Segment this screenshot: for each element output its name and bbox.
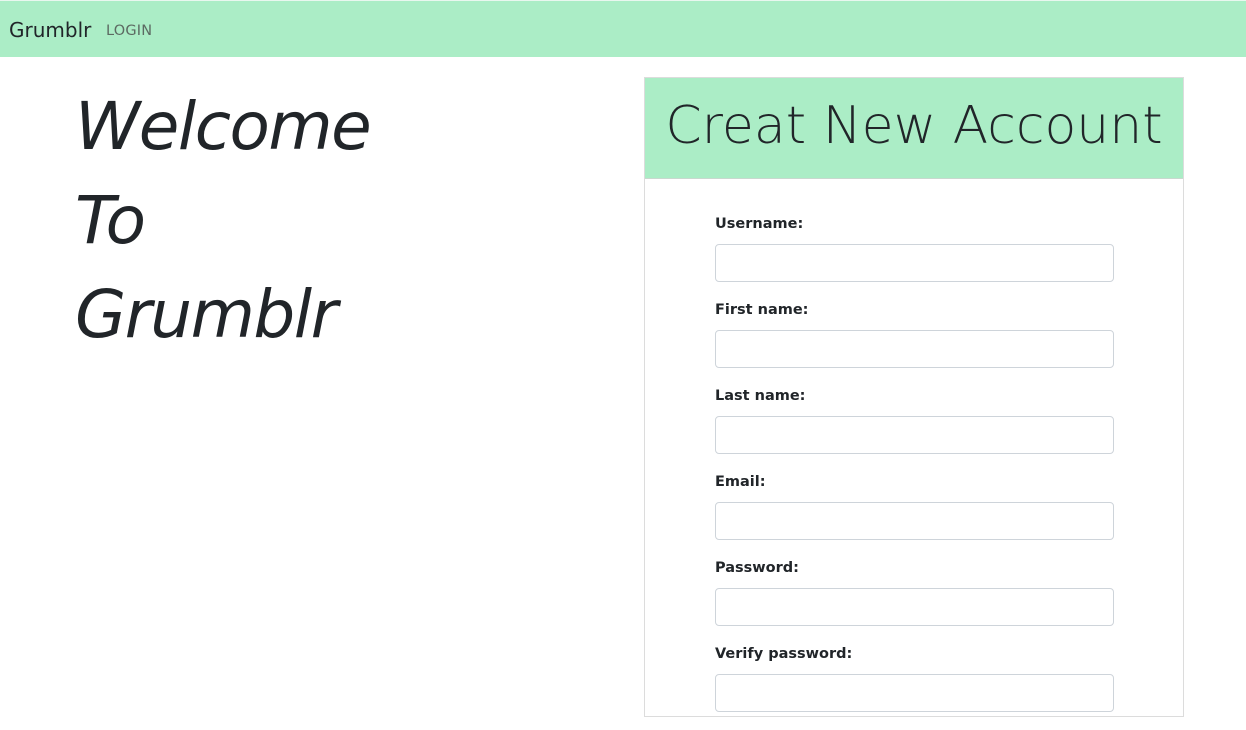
first-name-input[interactable] — [715, 330, 1114, 368]
username-field-group: Username: — [715, 214, 1114, 300]
welcome-line-3: Grumblr — [75, 276, 338, 353]
signup-card-header: Creat New Account — [645, 78, 1183, 179]
first-name-field-group: First name: — [715, 300, 1114, 386]
password-label: Password: — [715, 560, 799, 576]
brand-link[interactable]: Grumblr — [9, 17, 91, 43]
last-name-label: Last name: — [715, 388, 806, 404]
username-input[interactable] — [715, 244, 1114, 282]
login-link[interactable]: LOGIN — [106, 21, 152, 41]
welcome-line-1: Welcome — [75, 88, 372, 165]
top-navbar: Grumblr LOGIN — [0, 0, 1246, 57]
welcome-heading: Welcome To Grumblr — [75, 80, 372, 362]
signup-card: Creat New Account Username: First name: … — [644, 77, 1184, 717]
welcome-line-2: To — [75, 182, 146, 259]
signup-title: Creat New Account — [665, 96, 1163, 156]
email-label: Email: — [715, 474, 766, 490]
last-name-field-group: Last name: — [715, 386, 1114, 472]
email-field-group: Email: — [715, 472, 1114, 558]
password-field-group: Password: — [715, 558, 1114, 644]
last-name-input[interactable] — [715, 416, 1114, 454]
signup-form: Username: First name: Last name: Email: … — [715, 214, 1114, 730]
username-label: Username: — [715, 216, 804, 232]
verify-password-label: Verify password: — [715, 646, 853, 662]
password-input[interactable] — [715, 588, 1114, 626]
verify-password-input[interactable] — [715, 674, 1114, 712]
email-input[interactable] — [715, 502, 1114, 540]
first-name-label: First name: — [715, 302, 809, 318]
verify-password-field-group: Verify password: — [715, 644, 1114, 730]
